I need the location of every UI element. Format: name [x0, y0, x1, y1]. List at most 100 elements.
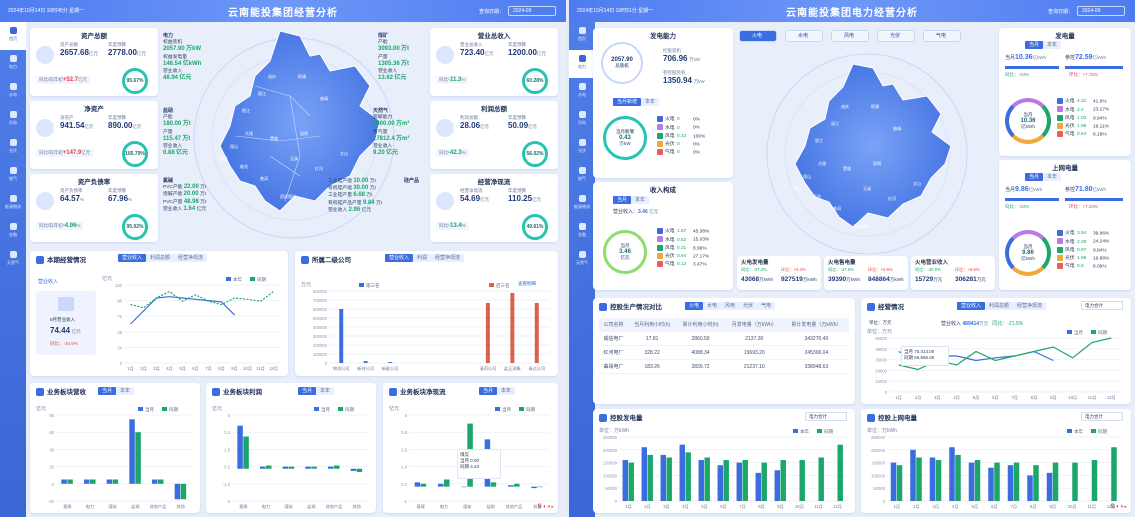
tab[interactable]: 本年	[116, 387, 135, 395]
type-button[interactable]: 气电	[923, 30, 961, 42]
tab[interactable]: 火电	[685, 302, 704, 310]
legend-swatch	[138, 407, 143, 411]
tab[interactable]: 当月	[98, 387, 117, 395]
bar	[180, 483, 187, 500]
tab[interactable]: 当月	[1025, 41, 1044, 49]
sidebar-item[interactable]: 燃气	[569, 162, 595, 190]
x-tick-label: 其他产品	[326, 503, 343, 510]
tab[interactable]: 利润总额	[146, 254, 175, 262]
legend-row: 水电 2.39 24.24%	[1057, 238, 1109, 246]
sidebar-item[interactable]: 电力	[569, 50, 595, 78]
table-row[interactable]: 红河电厂 328.22 4088.34 19693.20 245300.04	[599, 345, 849, 360]
table-row[interactable]: 曲靖电厂 183.26 2839.72 21237.10 338948.63	[599, 359, 849, 374]
x-tick-label: 4月	[953, 395, 960, 401]
bar	[666, 457, 672, 501]
tab[interactable]: 营业收入	[118, 254, 147, 262]
table-cell: 328.22	[627, 345, 677, 360]
bar	[799, 460, 805, 501]
tab[interactable]: 本年	[641, 98, 660, 106]
tab[interactable]: 经营净现流	[431, 254, 465, 262]
ctl-gen-select[interactable]: 电力合计	[805, 412, 847, 421]
date-picker[interactable]: 2024-09	[508, 6, 556, 16]
sidebar-item[interactable]: 水电	[569, 78, 595, 106]
legend-swatch	[1057, 238, 1063, 245]
panel-title: 所属二级公司	[312, 257, 351, 264]
tab[interactable]: 当月	[298, 387, 317, 395]
city-label: 玉溪	[863, 186, 871, 191]
sidebar-item[interactable]: 天然气	[0, 246, 26, 274]
tooltip-b: 同期	[460, 464, 469, 469]
date-picker[interactable]: 2024-09	[1077, 6, 1125, 16]
legend-row: 火电 1.57 45.38%	[657, 228, 709, 236]
type-button[interactable]: 光伏	[877, 30, 915, 42]
y-axis-label: 亿元	[102, 275, 112, 282]
tab[interactable]: 营业收入	[957, 302, 986, 310]
x-tick-label: 3月	[934, 395, 941, 401]
tab[interactable]: 利润	[413, 254, 432, 262]
tab[interactable]: 本年	[631, 196, 650, 204]
card-title: 营业总收入	[477, 33, 511, 40]
bar	[84, 479, 90, 484]
tab[interactable]: 气电	[757, 302, 776, 310]
legend-swatch	[1057, 246, 1063, 253]
table-cell: 2860.59	[676, 331, 725, 346]
date-label: 查询日期：	[478, 9, 504, 15]
sidebar-item[interactable]: 水电	[0, 78, 26, 106]
sidebar-item[interactable]: 首页	[569, 22, 595, 50]
tab[interactable]: 经营净现流	[174, 254, 208, 262]
sidebar-item[interactable]: 光伏	[569, 134, 595, 162]
legend-label: 第三名	[366, 282, 380, 289]
sidebar-item[interactable]: 风电	[0, 106, 26, 134]
tab[interactable]: 当月	[613, 196, 632, 204]
sidebar-item[interactable]: 光伏	[0, 134, 26, 162]
panel-title: 业务板块利润	[223, 389, 262, 396]
map-block-misc: 硅产品	[404, 178, 420, 184]
type-button[interactable]: 水电	[785, 30, 823, 42]
sidebar-item[interactable]: 电力	[0, 50, 26, 78]
sidebar-label: 首页	[9, 36, 17, 41]
tab[interactable]: 营业收入	[385, 254, 414, 262]
subsidiary-bar-chart: 万元 0 100000 200000 300000 400000 500000 600000 7…	[301, 282, 549, 372]
tab[interactable]: 本年	[316, 387, 335, 395]
ctl-grid-select[interactable]: 电力合计	[1081, 412, 1123, 421]
ops-select[interactable]: 电力合计	[1081, 301, 1123, 310]
tab[interactable]: 水电	[703, 302, 722, 310]
y-tick-label: 150000	[603, 461, 618, 466]
sidebar-item[interactable]: 风电	[569, 106, 595, 134]
tab[interactable]: 光伏	[739, 302, 758, 310]
legend-swatch	[657, 149, 663, 156]
y-tick-label: 96	[117, 299, 122, 304]
bar	[266, 465, 272, 469]
tab[interactable]: 本年	[1043, 173, 1062, 181]
tab[interactable]: 当月	[479, 387, 498, 395]
sidebar-item[interactable]: 燃气	[0, 162, 26, 190]
bar	[742, 460, 748, 501]
sidebar-item[interactable]: 首页	[0, 22, 26, 50]
panel-title: 发电量	[1055, 33, 1075, 40]
tab[interactable]: 当月	[1025, 173, 1044, 181]
completion-ring: 105.79%	[122, 141, 148, 167]
sidebar-item[interactable]: 金融	[0, 218, 26, 246]
map-svg	[766, 53, 968, 255]
x-tick-label: 8月	[758, 504, 765, 510]
x-tick-label: 4月	[952, 504, 959, 510]
y-axis-label: 单位：万kWh	[599, 427, 629, 434]
sidebar-item[interactable]: 能源物流	[569, 190, 595, 218]
table-row[interactable]: 威信电厂 17.81 2860.59 2137.30 343270.40	[599, 331, 849, 346]
sidebar-item[interactable]: 能源物流	[0, 190, 26, 218]
sidebar-item[interactable]: 金融	[569, 218, 595, 246]
type-button[interactable]: 火电	[739, 30, 777, 42]
completion-ring: 49.61%	[522, 214, 548, 240]
total-label: 总装机	[615, 63, 629, 68]
tab[interactable]: 本年	[497, 387, 516, 395]
tab[interactable]: 利润总额	[985, 302, 1014, 310]
tab[interactable]: 本年	[1043, 41, 1062, 49]
sidebar-item[interactable]: 天然气	[569, 246, 595, 274]
x-tick-label: 盐正源集	[504, 365, 522, 372]
tab[interactable]: 当月新增	[613, 98, 642, 106]
type-button[interactable]: 风电	[831, 30, 869, 42]
tab[interactable]: 风电	[721, 302, 740, 310]
grid-icon	[867, 414, 875, 423]
tab[interactable]: 经营净现流	[1013, 302, 1047, 310]
x-tick-label: 2月	[140, 366, 147, 372]
